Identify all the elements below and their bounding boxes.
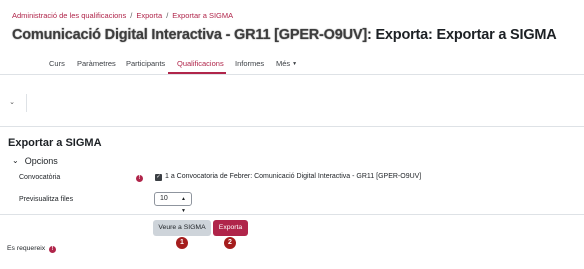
course-title: Comunicació Digital Interactiva - GR11 [… — [12, 27, 367, 43]
fieldset-title: Opcions — [24, 156, 58, 166]
tab-course[interactable]: Curs — [49, 59, 65, 68]
required-note-text: Es requereix — [7, 245, 46, 252]
convocatoria-option-label[interactable]: 1 a Convocatoria de Febrer: Comunicació … — [165, 173, 421, 180]
view-sigma-button[interactable]: Veure a SIGMA — [153, 220, 211, 236]
annotation-marker-1: 1 — [176, 237, 188, 249]
preview-rows-label: Previsualitza files — [19, 196, 74, 203]
export-button[interactable]: Exporta — [213, 220, 248, 236]
course-nav-tabs: Curs Paràmetres Participants Qualificaci… — [0, 52, 584, 75]
preview-rows-value: 10 — [160, 195, 168, 202]
action-bar: ⌄ — [0, 75, 584, 127]
section-title: Exportar a SIGMA — [8, 137, 102, 149]
convocatoria-checkbox[interactable]: ✓ — [155, 174, 162, 181]
required-icon: ! — [136, 175, 143, 182]
divider — [0, 214, 584, 215]
convocatoria-label: Convocatòria — [19, 174, 61, 181]
fieldset-toggle-options[interactable]: ⌄ Opcions — [12, 156, 58, 166]
tab-reports[interactable]: Informes — [235, 59, 264, 68]
chevron-down-icon: ▼ — [292, 61, 298, 67]
annotation-marker-2: 2 — [224, 237, 236, 249]
tab-participants[interactable]: Participants — [126, 59, 165, 68]
tab-grades[interactable]: Qualificacions — [177, 59, 224, 68]
tab-more[interactable]: Més ▼ — [276, 59, 297, 68]
breadcrumb-separator: / — [130, 11, 133, 20]
page-title-suffix: : Exporta: Exportar a SIGMA — [367, 27, 557, 43]
active-tab-indicator — [168, 72, 226, 74]
divider — [26, 94, 27, 112]
chevron-down-icon[interactable]: ⌄ — [6, 97, 18, 109]
page-title: Comunicació Digital Interactiva - GR11 [… — [12, 27, 557, 43]
breadcrumb-separator: / — [166, 11, 169, 20]
required-note: Es requereix ! — [7, 245, 57, 253]
preview-rows-select[interactable]: 10 ▲ ▼ — [154, 192, 192, 214]
breadcrumb-item-grade-admin[interactable]: Administració de les qualificacions — [12, 11, 126, 20]
breadcrumb: Administració de les qualificacions / Expo… — [12, 11, 233, 20]
tab-settings[interactable]: Paràmetres — [77, 59, 116, 68]
required-icon: ! — [49, 246, 57, 253]
breadcrumb-item-export-sigma[interactable]: Exportar a SIGMA — [172, 11, 233, 20]
chevron-down-icon: ⌄ — [12, 156, 19, 165]
tab-more-label: Més — [276, 59, 291, 68]
breadcrumb-item-export[interactable]: Exporta — [136, 11, 162, 20]
